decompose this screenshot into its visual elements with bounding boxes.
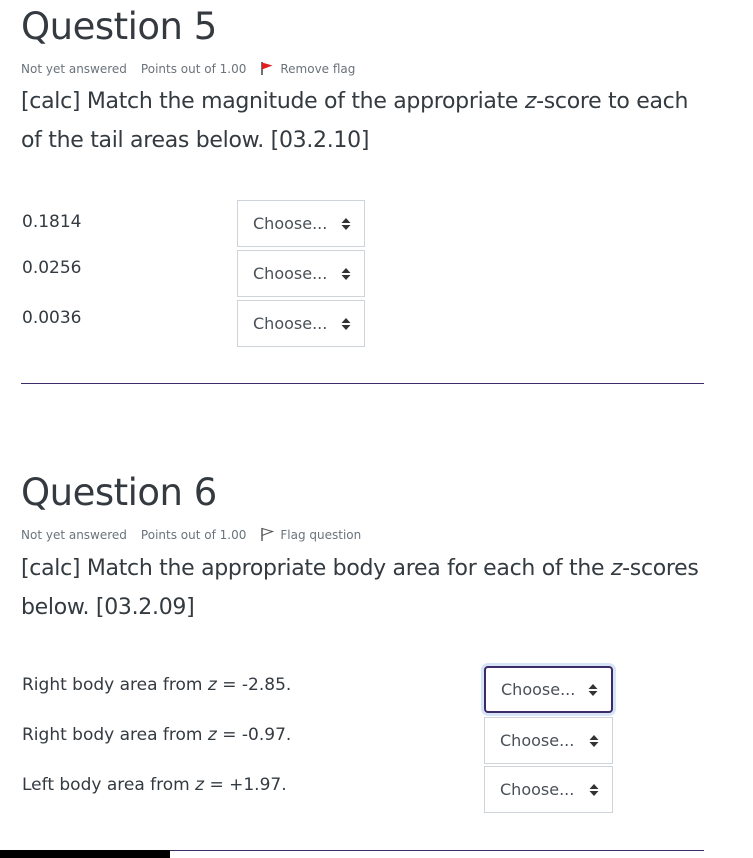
question-divider [21, 383, 704, 384]
q6-row-label: Right body area from z = -2.85. [22, 675, 291, 695]
select-value: Choose... [253, 314, 328, 333]
row-label-var: z [207, 675, 217, 695]
select-value: Choose... [253, 264, 328, 283]
question-5-title: Question 5 [21, 5, 217, 48]
flag-question-button[interactable]: Flag question [260, 527, 361, 542]
question-6-text-var: z [610, 556, 623, 581]
remove-flag-label: Remove flag [280, 61, 356, 76]
question-6-points: Points out of 1.00 [140, 527, 247, 542]
q5-row-label: 0.0256 [22, 258, 82, 278]
row-label-prefix: Left body area from [22, 775, 196, 795]
quiz-page: Question 5 Not yet answered Points out o… [0, 0, 753, 858]
question-5-text-start: [calc] Match the magnitude of the approp… [21, 89, 525, 114]
question-6-info: Not yet answered Points out of 1.00 Flag… [21, 527, 361, 542]
select-value: Choose... [501, 680, 576, 699]
select-value: Choose... [500, 731, 575, 750]
up-down-caret-icon [589, 783, 599, 796]
row-label-suffix: = -0.97. [216, 725, 292, 745]
q5-answer-select[interactable]: Choose... [237, 250, 365, 297]
q6-row-label: Left body area from z = +1.97. [22, 775, 287, 795]
question-6-status: Not yet answered [21, 527, 127, 542]
up-down-caret-icon [341, 317, 351, 330]
up-down-caret-icon [341, 217, 351, 230]
remove-flag-button[interactable]: Remove flag [260, 61, 355, 76]
q6-row-label: Right body area from z = -0.97. [22, 725, 291, 745]
up-down-caret-icon [341, 267, 351, 280]
question-5-text-var: z [524, 89, 537, 114]
row-label-var: z [207, 725, 217, 745]
flag-filled-icon [261, 62, 273, 75]
bottom-bar [0, 850, 170, 858]
question-5-status: Not yet answered [21, 61, 127, 76]
q5-row-label: 0.1814 [22, 212, 82, 232]
flag-question-label: Flag question [280, 527, 362, 542]
row-label-suffix: = +1.97. [204, 775, 287, 795]
row-label-prefix: Right body area from [22, 675, 208, 695]
question-6-text: [calc] Match the appropriate body area f… [21, 549, 701, 627]
select-value: Choose... [253, 214, 328, 233]
q5-answer-select[interactable]: Choose... [237, 300, 365, 347]
row-label-suffix: = -2.85. [216, 675, 292, 695]
question-6-title: Question 6 [21, 471, 217, 514]
row-label-var: z [195, 775, 205, 795]
question-5-points: Points out of 1.00 [140, 61, 247, 76]
q5-answer-select[interactable]: Choose... [237, 200, 365, 247]
question-6-text-start: [calc] Match the appropriate body area f… [21, 556, 611, 581]
question-5-text: [calc] Match the magnitude of the approp… [21, 82, 701, 160]
up-down-caret-icon [589, 734, 599, 747]
q6-answer-select-focused[interactable]: Choose... [484, 666, 613, 713]
q6-answer-select[interactable]: Choose... [484, 766, 613, 813]
question-5-info: Not yet answered Points out of 1.00 Remo… [21, 61, 355, 76]
select-value: Choose... [500, 780, 575, 799]
q6-answer-select[interactable]: Choose... [484, 717, 613, 764]
flag-outline-icon [261, 527, 275, 541]
up-down-caret-icon [588, 683, 598, 696]
q5-row-label: 0.0036 [22, 308, 82, 328]
row-label-prefix: Right body area from [22, 725, 208, 745]
